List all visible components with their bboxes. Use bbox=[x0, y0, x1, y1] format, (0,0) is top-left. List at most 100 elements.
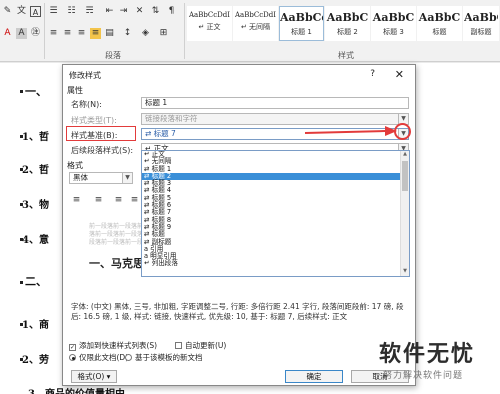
shading-icon[interactable]: ◈ bbox=[140, 28, 151, 39]
bullets-icon[interactable]: ☰ bbox=[48, 6, 59, 17]
style-name: 副标题 bbox=[470, 28, 492, 36]
style-list-item[interactable]: ↵ 无间隔 bbox=[142, 157, 409, 165]
radio-dot bbox=[69, 354, 76, 361]
align-right-icon[interactable]: ≡ bbox=[113, 195, 124, 206]
style-list-item[interactable]: ↵ 列出段落 bbox=[142, 260, 409, 268]
list-items: ↵ 正文 ↵ 无间隔 ⇄ 标题 1 ⇄ 标题 2 ⇄ 标题 3 ⇄ 标题 4 ⇄ 标题 5 ⇄… bbox=[142, 151, 409, 268]
style-name: ↵ 正文 bbox=[198, 23, 221, 31]
red-arrow-annotation bbox=[304, 126, 397, 136]
style-list-item[interactable]: ⇄ 标题 6 bbox=[142, 201, 409, 209]
list-scrollbar[interactable]: ▲ ▼ bbox=[400, 151, 409, 276]
add-to-gallery-checkbox[interactable]: ✓ 添加到快速样式列表(S) bbox=[69, 340, 157, 351]
doc-line: 2、哲 bbox=[22, 165, 49, 176]
help-button[interactable]: ? bbox=[370, 69, 375, 79]
font-color-icon[interactable]: A bbox=[2, 28, 13, 39]
style-list-item[interactable]: ↵ 正文 bbox=[142, 151, 409, 158]
style-gallery-item[interactable]: AaBbCcDdI ↵ 无间隔 bbox=[233, 6, 278, 41]
format-menu-button[interactable]: 格式(O) ▾ bbox=[71, 370, 117, 383]
new-docs-radio[interactable]: 基于该模板的新文档 bbox=[125, 352, 203, 363]
justify-icon[interactable]: ≡ bbox=[129, 195, 140, 206]
style-gallery-item-active[interactable]: AaBbCc 标题 1 bbox=[279, 6, 324, 41]
name-label: 名称(N): bbox=[71, 100, 102, 109]
style-list-item[interactable]: ⇄ 标题 bbox=[142, 230, 409, 238]
highlight-circle bbox=[394, 123, 411, 140]
doc-line: 一、 bbox=[25, 85, 47, 98]
line-spacing-icon[interactable]: ↕ bbox=[122, 28, 133, 39]
watermark-subtitle: 努力解决软件问题 bbox=[383, 371, 464, 381]
style-list-item[interactable]: ⇄ 标题 5 bbox=[142, 194, 409, 202]
style-list-item[interactable]: ⇄ 标题 9 bbox=[142, 223, 409, 231]
style-sample: AaBbC bbox=[372, 11, 415, 24]
only-this-doc-radio[interactable]: 仅限此文档(D) bbox=[69, 352, 128, 363]
style-list-item[interactable]: ⇄ 标题 4 bbox=[142, 187, 409, 195]
borders-icon[interactable]: ⊞ bbox=[158, 28, 169, 39]
sort-icon[interactable]: ⇅ bbox=[150, 6, 161, 17]
style-sample: AaBbC bbox=[326, 11, 369, 24]
justify-icon[interactable]: ≡ bbox=[90, 28, 101, 39]
enclose-char-icon[interactable]: ㊟ bbox=[30, 28, 41, 39]
radio-label: 仅限此文档(D) bbox=[79, 353, 129, 362]
next-style-label: 后续段落样式(S): bbox=[71, 146, 134, 155]
align-left-icon[interactable]: ≡ bbox=[71, 195, 82, 206]
style-dropdown-list[interactable]: ↵ 正文 ↵ 无间隔 ⇄ 标题 1 ⇄ 标题 2 ⇄ 标题 3 ⇄ 标题 4 ⇄ 标题 5 ⇄… bbox=[141, 150, 410, 277]
auto-update-checkbox[interactable]: 自动更新(U) bbox=[175, 340, 226, 351]
phonetic-guide-icon[interactable]: 文 bbox=[16, 6, 27, 17]
checkbox-box bbox=[175, 342, 182, 349]
style-list-item[interactable]: ⇄ 标题 3 bbox=[142, 179, 409, 187]
distributed-icon[interactable]: ▤ bbox=[104, 28, 115, 39]
doc-line: 1、哲 bbox=[22, 132, 49, 143]
doc-line: 3、商品的价值量相由 bbox=[28, 385, 125, 394]
format-painter-icon[interactable]: ✎ bbox=[2, 6, 13, 17]
align-right-icon[interactable]: ≡ bbox=[76, 28, 87, 39]
chinese-layout-icon[interactable]: ✕ bbox=[134, 6, 145, 17]
numbering-icon[interactable]: ☷ bbox=[66, 6, 77, 17]
show-marks-icon[interactable]: ¶ bbox=[166, 6, 177, 17]
decrease-indent-icon[interactable]: ⇤ bbox=[104, 6, 115, 17]
ribbon: ✎ 文 A A A ㊟ ☰ ☷ ☴ ⇤ ⇥ ✕ ⇅ ¶ ≡ ≡ ≡ ≡ ▤ ↕ … bbox=[0, 0, 500, 62]
style-type-select: 链接段落和字符 ▼ bbox=[141, 113, 409, 125]
style-name: 标题 1 bbox=[291, 28, 312, 36]
style-list-item[interactable]: ⇄ 副标题 bbox=[142, 238, 409, 246]
multilevel-list-icon[interactable]: ☴ bbox=[84, 6, 95, 17]
font-value: 黑体 bbox=[73, 173, 88, 182]
style-list-item[interactable]: a 引用 bbox=[142, 245, 409, 253]
style-list-item[interactable]: ⇄ 标题 2 bbox=[142, 172, 409, 181]
doc-line: 2、劳 bbox=[22, 355, 49, 366]
align-left-icon[interactable]: ≡ bbox=[48, 28, 59, 39]
chevron-down-icon[interactable]: ▼ bbox=[122, 173, 132, 183]
ok-button[interactable]: 确定 bbox=[285, 370, 343, 383]
style-name: 标题 2 bbox=[337, 28, 358, 36]
checkbox-box: ✓ bbox=[69, 344, 76, 351]
format-section-label: 格式 bbox=[67, 161, 83, 170]
char-shading-icon[interactable]: A bbox=[16, 28, 27, 39]
scroll-up-icon[interactable]: ▲ bbox=[401, 151, 409, 159]
increase-indent-icon[interactable]: ⇥ bbox=[118, 6, 129, 17]
properties-section-label: 属性 bbox=[67, 86, 83, 95]
style-description: 字体: (中文) 黑体, 三号, 非加粗, 字距调整二号, 行距: 多倍行距 2… bbox=[71, 302, 404, 321]
style-gallery-item[interactable]: AaBbC 标题 bbox=[417, 6, 462, 41]
style-list-item[interactable]: a 明显引用 bbox=[142, 252, 409, 260]
style-type-value: 链接段落和字符 bbox=[145, 114, 198, 123]
style-list-item[interactable]: ⇄ 标题 8 bbox=[142, 216, 409, 224]
font-select[interactable]: 黑体 ▼ bbox=[69, 172, 133, 184]
style-sample: AaBbC bbox=[464, 11, 498, 24]
style-gallery-item[interactable]: AaBbC 副标题 bbox=[463, 6, 499, 41]
style-list-item[interactable]: ⇄ 标题 1 bbox=[142, 165, 409, 173]
align-center-icon[interactable]: ≡ bbox=[93, 195, 104, 206]
style-gallery-item[interactable]: AaBbC 标题 3 bbox=[371, 6, 416, 41]
style-name: 标题 3 bbox=[383, 28, 404, 36]
style-gallery-item[interactable]: AaBbC 标题 2 bbox=[325, 6, 370, 41]
style-gallery-item[interactable]: AaBbCcDdI ↵ 正文 bbox=[187, 6, 232, 41]
align-center-icon[interactable]: ≡ bbox=[62, 28, 73, 39]
style-sample: AaBbCcDdI bbox=[189, 11, 230, 19]
scroll-down-icon[interactable]: ▼ bbox=[401, 268, 409, 276]
doc-line: 3、物 bbox=[22, 200, 49, 211]
style-sample: AaBbCc bbox=[280, 11, 323, 24]
close-icon[interactable]: ✕ bbox=[395, 68, 404, 81]
name-input[interactable]: 标题 1 bbox=[141, 97, 409, 109]
styles-group-label: 样式 bbox=[338, 51, 354, 60]
char-border-icon[interactable]: A bbox=[30, 6, 41, 17]
doc-line: 4、意 bbox=[22, 235, 49, 246]
scroll-thumb[interactable] bbox=[402, 161, 408, 191]
style-list-item[interactable]: ⇄ 标题 7 bbox=[142, 209, 409, 217]
